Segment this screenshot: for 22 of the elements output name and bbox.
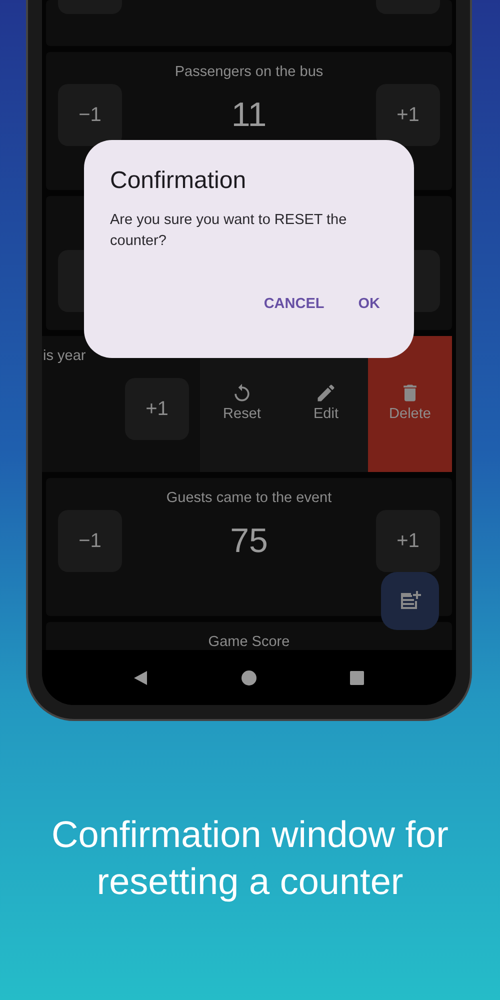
decrement-button[interactable]: −1 bbox=[58, 84, 122, 146]
dialog-title: Confirmation bbox=[110, 166, 248, 196]
counter-title: Passengers on the bus bbox=[174, 63, 324, 82]
add-note-button[interactable] bbox=[381, 572, 439, 630]
increment-button[interactable]: +1 bbox=[376, 510, 440, 572]
caption: Confirmation window for resetting a counter bbox=[50, 813, 450, 904]
delete-action-button[interactable]: Delete bbox=[368, 336, 452, 472]
increment-button[interactable]: +1 bbox=[125, 378, 189, 440]
pencil-icon bbox=[315, 382, 337, 404]
counter-value: 75 bbox=[230, 522, 268, 560]
ok-button[interactable]: OK bbox=[348, 290, 390, 318]
increment-button[interactable]: +1 bbox=[376, 84, 440, 146]
counter-title: is year bbox=[43, 348, 86, 364]
counter-title: Guests came to the event bbox=[166, 489, 332, 508]
recents-icon[interactable] bbox=[349, 670, 365, 686]
cancel-button[interactable]: CANCEL bbox=[254, 290, 334, 318]
counter-value: 11 bbox=[231, 96, 267, 134]
decrement-button[interactable]: −1 bbox=[58, 510, 122, 572]
back-icon[interactable] bbox=[133, 670, 149, 686]
counter-title: Game Score bbox=[208, 633, 290, 650]
dialog-message: Are you sure you want to RESET the counter? bbox=[110, 211, 348, 251]
home-icon[interactable] bbox=[241, 670, 257, 686]
